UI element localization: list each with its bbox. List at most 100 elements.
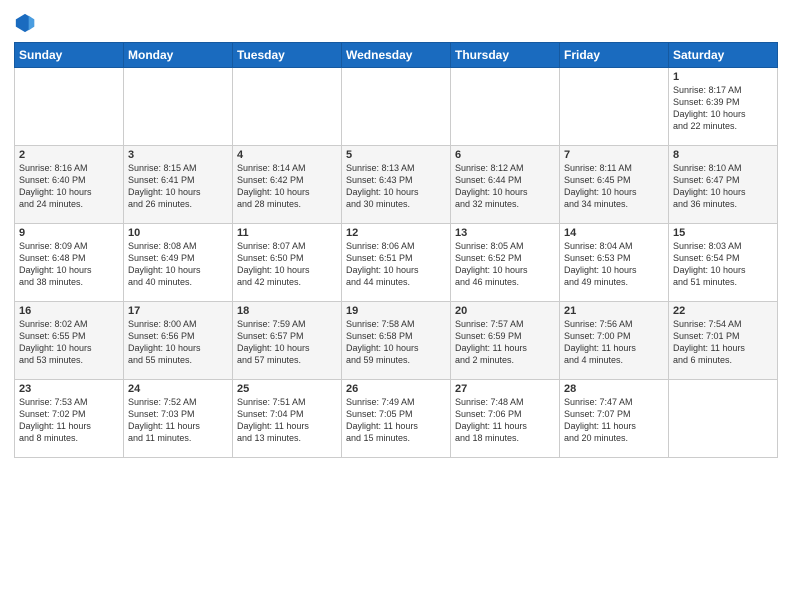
day-info: Sunrise: 8:00 AM Sunset: 6:56 PM Dayligh… [128, 318, 228, 367]
day-number: 14 [564, 227, 664, 239]
calendar-cell: 8Sunrise: 8:10 AM Sunset: 6:47 PM Daylig… [669, 146, 778, 224]
day-number: 19 [346, 305, 446, 317]
calendar-cell: 28Sunrise: 7:47 AM Sunset: 7:07 PM Dayli… [560, 380, 669, 458]
calendar-header-monday: Monday [124, 43, 233, 68]
day-number: 24 [128, 383, 228, 395]
day-number: 4 [237, 149, 337, 161]
calendar-cell: 14Sunrise: 8:04 AM Sunset: 6:53 PM Dayli… [560, 224, 669, 302]
calendar-cell: 19Sunrise: 7:58 AM Sunset: 6:58 PM Dayli… [342, 302, 451, 380]
day-info: Sunrise: 7:56 AM Sunset: 7:00 PM Dayligh… [564, 318, 664, 367]
calendar-cell: 23Sunrise: 7:53 AM Sunset: 7:02 PM Dayli… [15, 380, 124, 458]
day-number: 15 [673, 227, 773, 239]
calendar-cell: 12Sunrise: 8:06 AM Sunset: 6:51 PM Dayli… [342, 224, 451, 302]
day-info: Sunrise: 7:48 AM Sunset: 7:06 PM Dayligh… [455, 396, 555, 445]
calendar-week-5: 23Sunrise: 7:53 AM Sunset: 7:02 PM Dayli… [15, 380, 778, 458]
calendar-header-row: SundayMondayTuesdayWednesdayThursdayFrid… [15, 43, 778, 68]
day-number: 11 [237, 227, 337, 239]
day-info: Sunrise: 8:14 AM Sunset: 6:42 PM Dayligh… [237, 162, 337, 211]
day-info: Sunrise: 7:54 AM Sunset: 7:01 PM Dayligh… [673, 318, 773, 367]
day-info: Sunrise: 8:12 AM Sunset: 6:44 PM Dayligh… [455, 162, 555, 211]
day-number: 18 [237, 305, 337, 317]
calendar-cell: 15Sunrise: 8:03 AM Sunset: 6:54 PM Dayli… [669, 224, 778, 302]
calendar-body: 1Sunrise: 8:17 AM Sunset: 6:39 PM Daylig… [15, 68, 778, 458]
calendar-cell: 9Sunrise: 8:09 AM Sunset: 6:48 PM Daylig… [15, 224, 124, 302]
calendar-cell [669, 380, 778, 458]
calendar-cell: 1Sunrise: 8:17 AM Sunset: 6:39 PM Daylig… [669, 68, 778, 146]
day-info: Sunrise: 8:02 AM Sunset: 6:55 PM Dayligh… [19, 318, 119, 367]
day-info: Sunrise: 8:16 AM Sunset: 6:40 PM Dayligh… [19, 162, 119, 211]
day-number: 27 [455, 383, 555, 395]
day-info: Sunrise: 8:04 AM Sunset: 6:53 PM Dayligh… [564, 240, 664, 289]
day-info: Sunrise: 8:05 AM Sunset: 6:52 PM Dayligh… [455, 240, 555, 289]
calendar-cell: 5Sunrise: 8:13 AM Sunset: 6:43 PM Daylig… [342, 146, 451, 224]
calendar-week-2: 2Sunrise: 8:16 AM Sunset: 6:40 PM Daylig… [15, 146, 778, 224]
calendar-week-4: 16Sunrise: 8:02 AM Sunset: 6:55 PM Dayli… [15, 302, 778, 380]
day-number: 8 [673, 149, 773, 161]
calendar-cell: 6Sunrise: 8:12 AM Sunset: 6:44 PM Daylig… [451, 146, 560, 224]
calendar-cell: 24Sunrise: 7:52 AM Sunset: 7:03 PM Dayli… [124, 380, 233, 458]
calendar-header-saturday: Saturday [669, 43, 778, 68]
calendar: SundayMondayTuesdayWednesdayThursdayFrid… [14, 42, 778, 458]
calendar-cell [124, 68, 233, 146]
day-number: 28 [564, 383, 664, 395]
calendar-cell: 25Sunrise: 7:51 AM Sunset: 7:04 PM Dayli… [233, 380, 342, 458]
calendar-cell: 17Sunrise: 8:00 AM Sunset: 6:56 PM Dayli… [124, 302, 233, 380]
day-number: 16 [19, 305, 119, 317]
calendar-cell: 13Sunrise: 8:05 AM Sunset: 6:52 PM Dayli… [451, 224, 560, 302]
calendar-header-friday: Friday [560, 43, 669, 68]
calendar-week-3: 9Sunrise: 8:09 AM Sunset: 6:48 PM Daylig… [15, 224, 778, 302]
calendar-cell: 3Sunrise: 8:15 AM Sunset: 6:41 PM Daylig… [124, 146, 233, 224]
calendar-cell: 27Sunrise: 7:48 AM Sunset: 7:06 PM Dayli… [451, 380, 560, 458]
calendar-cell [342, 68, 451, 146]
day-number: 6 [455, 149, 555, 161]
calendar-header-thursday: Thursday [451, 43, 560, 68]
calendar-header-tuesday: Tuesday [233, 43, 342, 68]
day-info: Sunrise: 7:58 AM Sunset: 6:58 PM Dayligh… [346, 318, 446, 367]
day-number: 25 [237, 383, 337, 395]
logo [14, 12, 40, 34]
calendar-cell [15, 68, 124, 146]
calendar-cell: 20Sunrise: 7:57 AM Sunset: 6:59 PM Dayli… [451, 302, 560, 380]
day-info: Sunrise: 7:49 AM Sunset: 7:05 PM Dayligh… [346, 396, 446, 445]
day-number: 1 [673, 71, 773, 83]
day-info: Sunrise: 7:51 AM Sunset: 7:04 PM Dayligh… [237, 396, 337, 445]
day-number: 17 [128, 305, 228, 317]
day-number: 21 [564, 305, 664, 317]
day-info: Sunrise: 8:17 AM Sunset: 6:39 PM Dayligh… [673, 84, 773, 133]
calendar-cell: 22Sunrise: 7:54 AM Sunset: 7:01 PM Dayli… [669, 302, 778, 380]
calendar-header-sunday: Sunday [15, 43, 124, 68]
day-number: 10 [128, 227, 228, 239]
calendar-header-wednesday: Wednesday [342, 43, 451, 68]
calendar-cell: 10Sunrise: 8:08 AM Sunset: 6:49 PM Dayli… [124, 224, 233, 302]
day-number: 12 [346, 227, 446, 239]
day-info: Sunrise: 7:57 AM Sunset: 6:59 PM Dayligh… [455, 318, 555, 367]
calendar-cell [233, 68, 342, 146]
calendar-cell: 2Sunrise: 8:16 AM Sunset: 6:40 PM Daylig… [15, 146, 124, 224]
day-number: 3 [128, 149, 228, 161]
day-number: 7 [564, 149, 664, 161]
day-number: 5 [346, 149, 446, 161]
day-number: 20 [455, 305, 555, 317]
calendar-cell: 4Sunrise: 8:14 AM Sunset: 6:42 PM Daylig… [233, 146, 342, 224]
day-info: Sunrise: 8:13 AM Sunset: 6:43 PM Dayligh… [346, 162, 446, 211]
day-info: Sunrise: 7:53 AM Sunset: 7:02 PM Dayligh… [19, 396, 119, 445]
day-number: 22 [673, 305, 773, 317]
day-number: 2 [19, 149, 119, 161]
header [14, 12, 778, 34]
logo-icon [14, 12, 36, 34]
calendar-cell [560, 68, 669, 146]
calendar-cell [451, 68, 560, 146]
day-info: Sunrise: 8:09 AM Sunset: 6:48 PM Dayligh… [19, 240, 119, 289]
day-number: 9 [19, 227, 119, 239]
day-info: Sunrise: 8:08 AM Sunset: 6:49 PM Dayligh… [128, 240, 228, 289]
day-info: Sunrise: 7:52 AM Sunset: 7:03 PM Dayligh… [128, 396, 228, 445]
page: SundayMondayTuesdayWednesdayThursdayFrid… [0, 0, 792, 612]
day-info: Sunrise: 7:59 AM Sunset: 6:57 PM Dayligh… [237, 318, 337, 367]
day-info: Sunrise: 8:11 AM Sunset: 6:45 PM Dayligh… [564, 162, 664, 211]
day-info: Sunrise: 8:15 AM Sunset: 6:41 PM Dayligh… [128, 162, 228, 211]
day-number: 13 [455, 227, 555, 239]
day-number: 26 [346, 383, 446, 395]
day-info: Sunrise: 8:07 AM Sunset: 6:50 PM Dayligh… [237, 240, 337, 289]
day-info: Sunrise: 8:06 AM Sunset: 6:51 PM Dayligh… [346, 240, 446, 289]
day-info: Sunrise: 7:47 AM Sunset: 7:07 PM Dayligh… [564, 396, 664, 445]
